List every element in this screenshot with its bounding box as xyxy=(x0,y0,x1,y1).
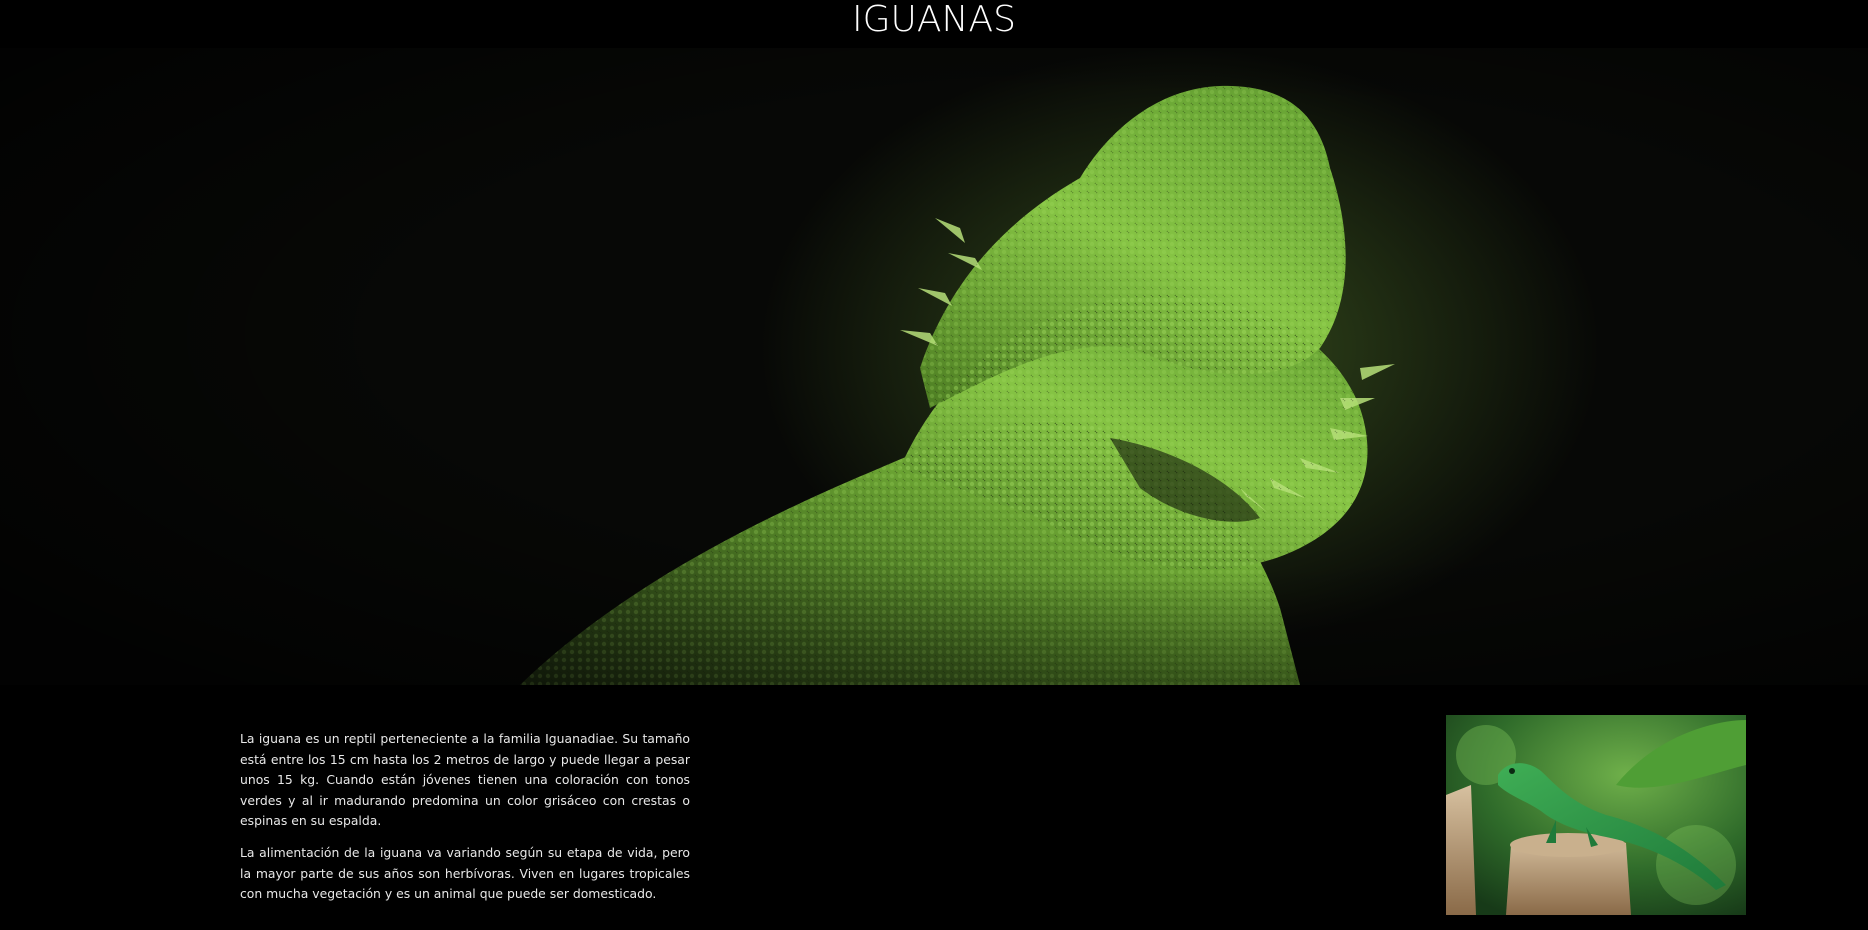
paragraph-1: La iguana es un reptil perteneciente a l… xyxy=(240,731,690,829)
content-section: La iguana es un reptil perteneciente a l… xyxy=(0,685,1868,930)
page-title: IGUANAS xyxy=(852,0,1016,40)
description-text: La iguana es un reptil perteneciente a l… xyxy=(240,729,690,916)
page-header: IGUANAS xyxy=(0,0,1868,48)
hero-banner xyxy=(0,48,1868,685)
green-iguana-photo xyxy=(1446,715,1746,915)
iguana-photo xyxy=(1446,715,1746,915)
iguana-hero-photo xyxy=(0,48,1868,685)
paragraph-2: La alimentación de la iguana va variando… xyxy=(240,844,690,902)
